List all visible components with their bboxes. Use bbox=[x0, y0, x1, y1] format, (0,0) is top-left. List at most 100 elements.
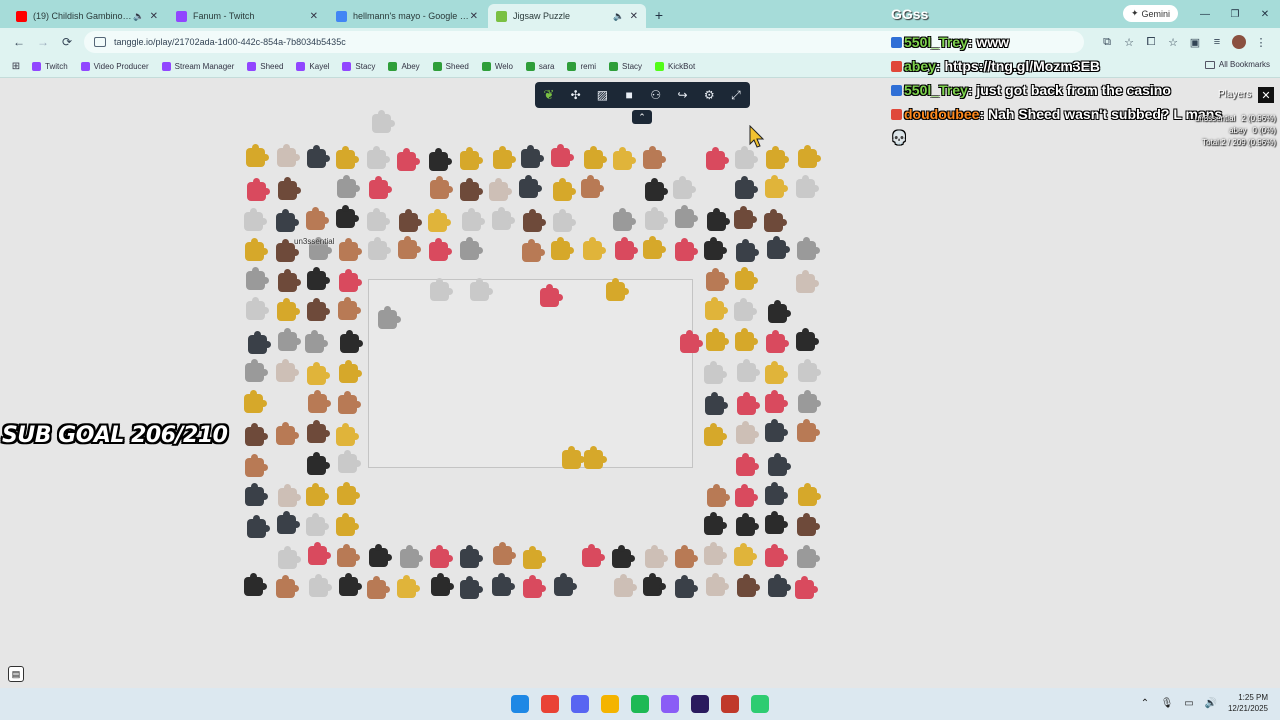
puzzle-piece[interactable] bbox=[553, 573, 577, 597]
puzzle-piece[interactable] bbox=[764, 209, 788, 233]
puzzle-piece[interactable] bbox=[338, 360, 362, 384]
speaker-icon[interactable]: 🔈 bbox=[133, 11, 144, 22]
close-icon[interactable]: ✕ bbox=[1258, 87, 1274, 103]
puzzle-piece[interactable] bbox=[306, 145, 330, 169]
puzzle-piece[interactable] bbox=[645, 177, 669, 201]
puzzle-piece[interactable] bbox=[680, 330, 703, 353]
puzzle-piece[interactable] bbox=[735, 512, 759, 536]
puzzle-piece[interactable] bbox=[766, 145, 789, 169]
puzzle-piece[interactable] bbox=[733, 298, 757, 322]
obs-icon[interactable] bbox=[721, 695, 739, 713]
puzzle-piece[interactable] bbox=[399, 545, 423, 569]
puzzle-piece[interactable] bbox=[797, 419, 821, 443]
puzzle-piece[interactable] bbox=[306, 206, 330, 230]
puzzle-piece[interactable] bbox=[705, 146, 729, 170]
puzzle-piece[interactable] bbox=[276, 511, 300, 535]
puzzle-piece[interactable] bbox=[307, 542, 331, 566]
puzzle-piece[interactable] bbox=[244, 572, 268, 596]
puzzle-piece[interactable] bbox=[307, 361, 331, 385]
puzzle-piece[interactable] bbox=[796, 544, 820, 568]
puzzle-piece[interactable] bbox=[459, 545, 483, 569]
puzzle-piece[interactable] bbox=[581, 174, 605, 198]
chrome-icon[interactable] bbox=[541, 695, 559, 713]
puzzle-piece[interactable] bbox=[336, 512, 360, 536]
puzzle-piece[interactable] bbox=[675, 238, 699, 262]
puzzle-piece[interactable] bbox=[674, 575, 698, 599]
puzzle-piece[interactable] bbox=[736, 420, 760, 444]
browser-tab[interactable]: hellmann's mayo - Google Sea ✕ bbox=[328, 4, 486, 28]
speaker-icon[interactable]: 🔈 bbox=[613, 11, 624, 22]
puzzle-piece[interactable] bbox=[736, 452, 760, 476]
file-explorer-icon[interactable] bbox=[601, 695, 619, 713]
puzzle-piece[interactable] bbox=[704, 360, 728, 384]
puzzle-piece[interactable] bbox=[522, 208, 546, 232]
close-tab-icon[interactable]: ✕ bbox=[470, 11, 478, 22]
puzzle-piece[interactable] bbox=[764, 174, 788, 198]
puzzle-piece[interactable] bbox=[245, 453, 269, 477]
puzzle-piece[interactable] bbox=[765, 390, 789, 414]
clock[interactable]: 1:25 PM 12/21/2025 bbox=[1228, 692, 1268, 714]
puzzle-piece[interactable] bbox=[245, 358, 269, 382]
puzzle-piece[interactable] bbox=[734, 327, 758, 351]
puzzle-piece[interactable] bbox=[612, 147, 636, 171]
puzzle-piece[interactable] bbox=[378, 306, 401, 329]
copilot-icon[interactable] bbox=[661, 695, 679, 713]
puzzle-piece[interactable] bbox=[734, 483, 758, 507]
close-tab-icon[interactable]: ✕ bbox=[310, 11, 318, 22]
puzzle-piece[interactable] bbox=[736, 238, 760, 262]
puzzle-piece[interactable] bbox=[429, 238, 453, 261]
puzzle-piece[interactable] bbox=[336, 145, 360, 169]
bookmark-item[interactable]: Stacy bbox=[342, 62, 375, 71]
puzzle-piece[interactable] bbox=[244, 208, 268, 232]
puzzle-piece[interactable] bbox=[767, 452, 791, 476]
puzzle-piece[interactable] bbox=[764, 419, 788, 443]
puzzle-piece[interactable] bbox=[737, 391, 761, 415]
puzzle-piece[interactable] bbox=[613, 573, 637, 597]
puzzle-piece[interactable] bbox=[337, 175, 361, 199]
puzzle-piece[interactable] bbox=[308, 390, 332, 414]
puzzle-piece[interactable] bbox=[244, 422, 268, 446]
close-tab-icon[interactable]: ✕ bbox=[150, 11, 158, 22]
puzzle-piece[interactable] bbox=[337, 390, 361, 414]
puzzle-piece[interactable] bbox=[431, 573, 455, 597]
puzzle-piece[interactable] bbox=[492, 206, 516, 230]
puzzle-piece[interactable] bbox=[399, 208, 423, 232]
browser-tab[interactable]: Fanum - Twitch ✕ bbox=[168, 4, 326, 28]
puzzle-piece[interactable] bbox=[797, 358, 821, 382]
puzzle-piece[interactable] bbox=[397, 147, 421, 171]
bookmark-item[interactable]: Kayel bbox=[296, 62, 329, 71]
puzzle-piece[interactable] bbox=[522, 239, 546, 263]
bookmark-item[interactable]: remi bbox=[567, 62, 596, 71]
puzzle-piece[interactable] bbox=[339, 573, 363, 597]
puzzle-piece[interactable] bbox=[734, 175, 758, 199]
puzzle-piece[interactable] bbox=[643, 236, 667, 260]
puzzle-piece[interactable] bbox=[461, 207, 485, 231]
puzzle-piece[interactable] bbox=[523, 574, 547, 598]
microphone-icon[interactable]: 🎙 bbox=[1161, 697, 1174, 709]
puzzle-piece[interactable] bbox=[644, 207, 668, 231]
puzzle-piece[interactable] bbox=[277, 484, 301, 508]
puzzle-piece[interactable] bbox=[470, 278, 493, 301]
bookmark-item[interactable]: KickBot bbox=[655, 62, 695, 71]
puzzle-piece[interactable] bbox=[275, 208, 299, 232]
players-panel-label[interactable]: Players bbox=[1218, 89, 1251, 100]
puzzle-piece[interactable] bbox=[765, 361, 789, 385]
puzzle-piece[interactable] bbox=[766, 236, 790, 260]
browser-tab[interactable]: Jigsaw Puzzle 🔈 ✕ bbox=[488, 4, 646, 28]
puzzle-piece[interactable] bbox=[765, 543, 789, 567]
puzzle-piece[interactable] bbox=[306, 266, 330, 290]
puzzle-piece[interactable] bbox=[706, 207, 730, 231]
bookmark-item[interactable]: Stream Manager bbox=[161, 62, 234, 71]
puzzle-piece[interactable] bbox=[703, 423, 727, 447]
puzzle-piece[interactable] bbox=[247, 330, 271, 354]
display-icon[interactable]: ▭ bbox=[1183, 697, 1195, 709]
puzzle-piece[interactable] bbox=[366, 207, 390, 231]
puzzle-piece[interactable] bbox=[275, 239, 299, 263]
site-info-icon[interactable] bbox=[94, 37, 106, 47]
close-tab-icon[interactable]: ✕ bbox=[630, 11, 638, 22]
puzzle-piece[interactable] bbox=[244, 390, 268, 414]
puzzle-piece[interactable] bbox=[428, 208, 452, 232]
puzzle-piece[interactable] bbox=[562, 446, 585, 469]
puzzle-piece[interactable] bbox=[398, 235, 422, 259]
puzzle-piece[interactable] bbox=[734, 206, 758, 229]
